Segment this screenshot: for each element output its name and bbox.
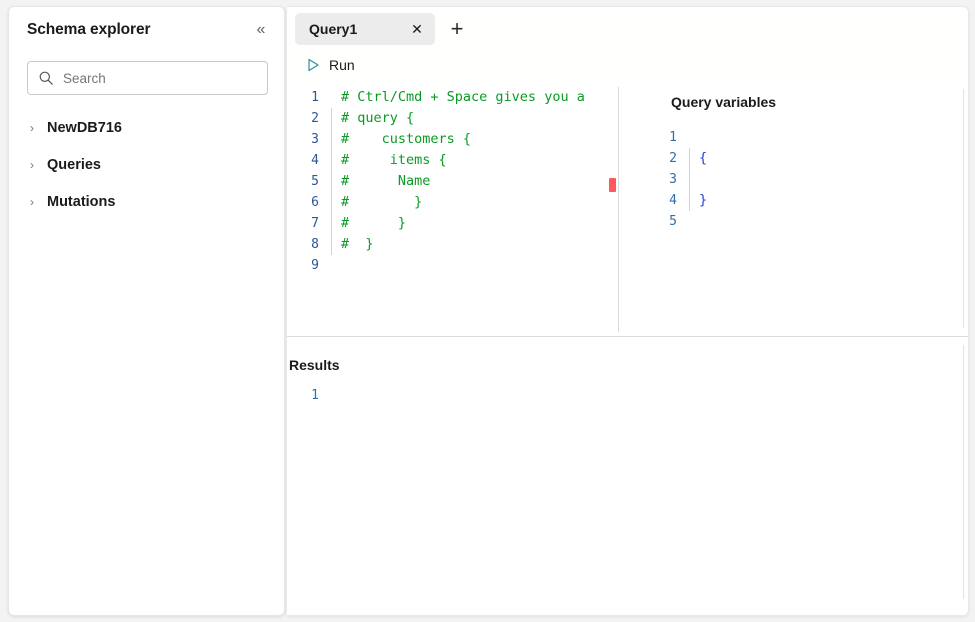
chevron-right-icon: ›: [25, 122, 39, 134]
run-label: Run: [329, 57, 355, 73]
indent-guide: [331, 87, 332, 108]
indent-guide: [331, 108, 332, 129]
plus-icon[interactable]: +: [441, 13, 473, 45]
play-icon: [305, 57, 321, 73]
code-text: # }: [341, 234, 374, 255]
sidebar-item-label: Mutations: [47, 194, 115, 210]
code-text: {: [699, 148, 707, 169]
indent-guide: [331, 255, 332, 276]
indent-guide: [331, 234, 332, 255]
tab-bar: Query1 ✕ +: [287, 7, 968, 49]
run-button[interactable]: Run: [305, 55, 361, 75]
indent-guide: [331, 385, 332, 406]
code-line[interactable]: 7 # }: [287, 213, 585, 234]
run-toolbar: Run: [287, 49, 968, 81]
line-number: 6: [287, 192, 319, 213]
code-line[interactable]: 3: [645, 169, 707, 190]
results-title: Results: [289, 357, 340, 373]
indent-guide: [331, 129, 332, 150]
code-text: # Name: [341, 171, 430, 192]
line-number: 4: [645, 190, 677, 211]
line-number: 4: [287, 150, 319, 171]
code-text: }: [699, 190, 707, 211]
code-line[interactable]: 6 # }: [287, 192, 585, 213]
code-text: # }: [341, 213, 406, 234]
indent-guide: [689, 169, 690, 190]
schema-explorer-sidebar: Schema explorer « › NewDB716 › Queries ›…: [8, 6, 285, 616]
line-number: 7: [287, 213, 319, 234]
sidebar-header: Schema explorer «: [9, 7, 284, 53]
indent-guide: [331, 192, 332, 213]
indent-guide: [689, 190, 690, 211]
sidebar-title: Schema explorer: [27, 21, 268, 39]
line-number: 5: [287, 171, 319, 192]
chevron-double-left-icon[interactable]: «: [250, 19, 272, 41]
indent-guide: [689, 127, 690, 148]
search-box[interactable]: [27, 61, 268, 95]
code-text: # }: [341, 192, 422, 213]
line-number: 8: [287, 234, 319, 255]
line-number: 9: [287, 255, 319, 276]
search-input[interactable]: [63, 71, 257, 86]
chevron-right-icon: ›: [25, 159, 39, 171]
error-marker: [609, 178, 616, 192]
line-number: 1: [287, 385, 319, 406]
app-root: Schema explorer « › NewDB716 › Queries ›…: [0, 0, 975, 622]
indent-guide: [331, 213, 332, 234]
code-line[interactable]: 1 # Ctrl/Cmd + Space gives you a: [287, 87, 585, 108]
indent-guide: [689, 148, 690, 169]
schema-tree: › NewDB716 › Queries › Mutations: [9, 109, 284, 220]
results-code[interactable]: 1: [287, 385, 341, 406]
line-number: 3: [645, 169, 677, 190]
code-line[interactable]: 4}: [645, 190, 707, 211]
editor-overview-ruler[interactable]: [606, 81, 618, 336]
indent-guide: [331, 171, 332, 192]
query-workspace: Query1 ✕ + Run 1 # Ctrl/Cmd + Space gives…: [287, 6, 969, 616]
code-line[interactable]: 1: [287, 385, 341, 406]
code-line[interactable]: 2 # query {: [287, 108, 585, 129]
tab-label: Query1: [309, 21, 405, 37]
code-line[interactable]: 5: [645, 211, 707, 232]
code-text: # Ctrl/Cmd + Space gives you a: [341, 87, 585, 108]
code-line[interactable]: 4 # items {: [287, 150, 585, 171]
line-number: 2: [287, 108, 319, 129]
line-number: 1: [287, 87, 319, 108]
sidebar-item-queries[interactable]: › Queries: [9, 146, 284, 183]
sidebar-item-newdb716[interactable]: › NewDB716: [9, 109, 284, 146]
query-variables-code[interactable]: 12{34}5: [645, 127, 707, 232]
results-scrollbar[interactable]: [963, 345, 964, 599]
line-number: 2: [645, 148, 677, 169]
code-text: # customers {: [341, 129, 471, 150]
indent-guide: [331, 150, 332, 171]
code-line[interactable]: 1: [645, 127, 707, 148]
code-line[interactable]: 9: [287, 255, 585, 276]
results-panel: Results 1: [287, 337, 968, 607]
tab-query1[interactable]: Query1 ✕: [295, 13, 435, 45]
code-line[interactable]: 3 # customers {: [287, 129, 585, 150]
sidebar-item-label: Queries: [47, 157, 101, 173]
indent-guide: [689, 211, 690, 232]
code-line[interactable]: 5 # Name: [287, 171, 585, 192]
query-variables-panel: Query variables 12{34}5: [619, 81, 968, 336]
code-line[interactable]: 8 # }: [287, 234, 585, 255]
graphql-editor[interactable]: 1 # Ctrl/Cmd + Space gives you a 2 # query …: [287, 81, 618, 336]
line-number: 5: [645, 211, 677, 232]
line-number: 1: [645, 127, 677, 148]
search-icon: [38, 70, 54, 86]
chevron-right-icon: ›: [25, 196, 39, 208]
sidebar-item-mutations[interactable]: › Mutations: [9, 183, 284, 220]
code-text: # query {: [341, 108, 414, 129]
editor-code[interactable]: 1 # Ctrl/Cmd + Space gives you a 2 # query …: [287, 87, 585, 276]
editors-row: 1 # Ctrl/Cmd + Space gives you a 2 # query …: [287, 81, 968, 336]
query-variables-title: Query variables: [671, 94, 776, 110]
vars-scrollbar[interactable]: [963, 89, 964, 328]
sidebar-item-label: NewDB716: [47, 120, 122, 136]
close-icon[interactable]: ✕: [405, 17, 429, 41]
code-line[interactable]: 2{: [645, 148, 707, 169]
line-number: 3: [287, 129, 319, 150]
code-text: # items {: [341, 150, 447, 171]
